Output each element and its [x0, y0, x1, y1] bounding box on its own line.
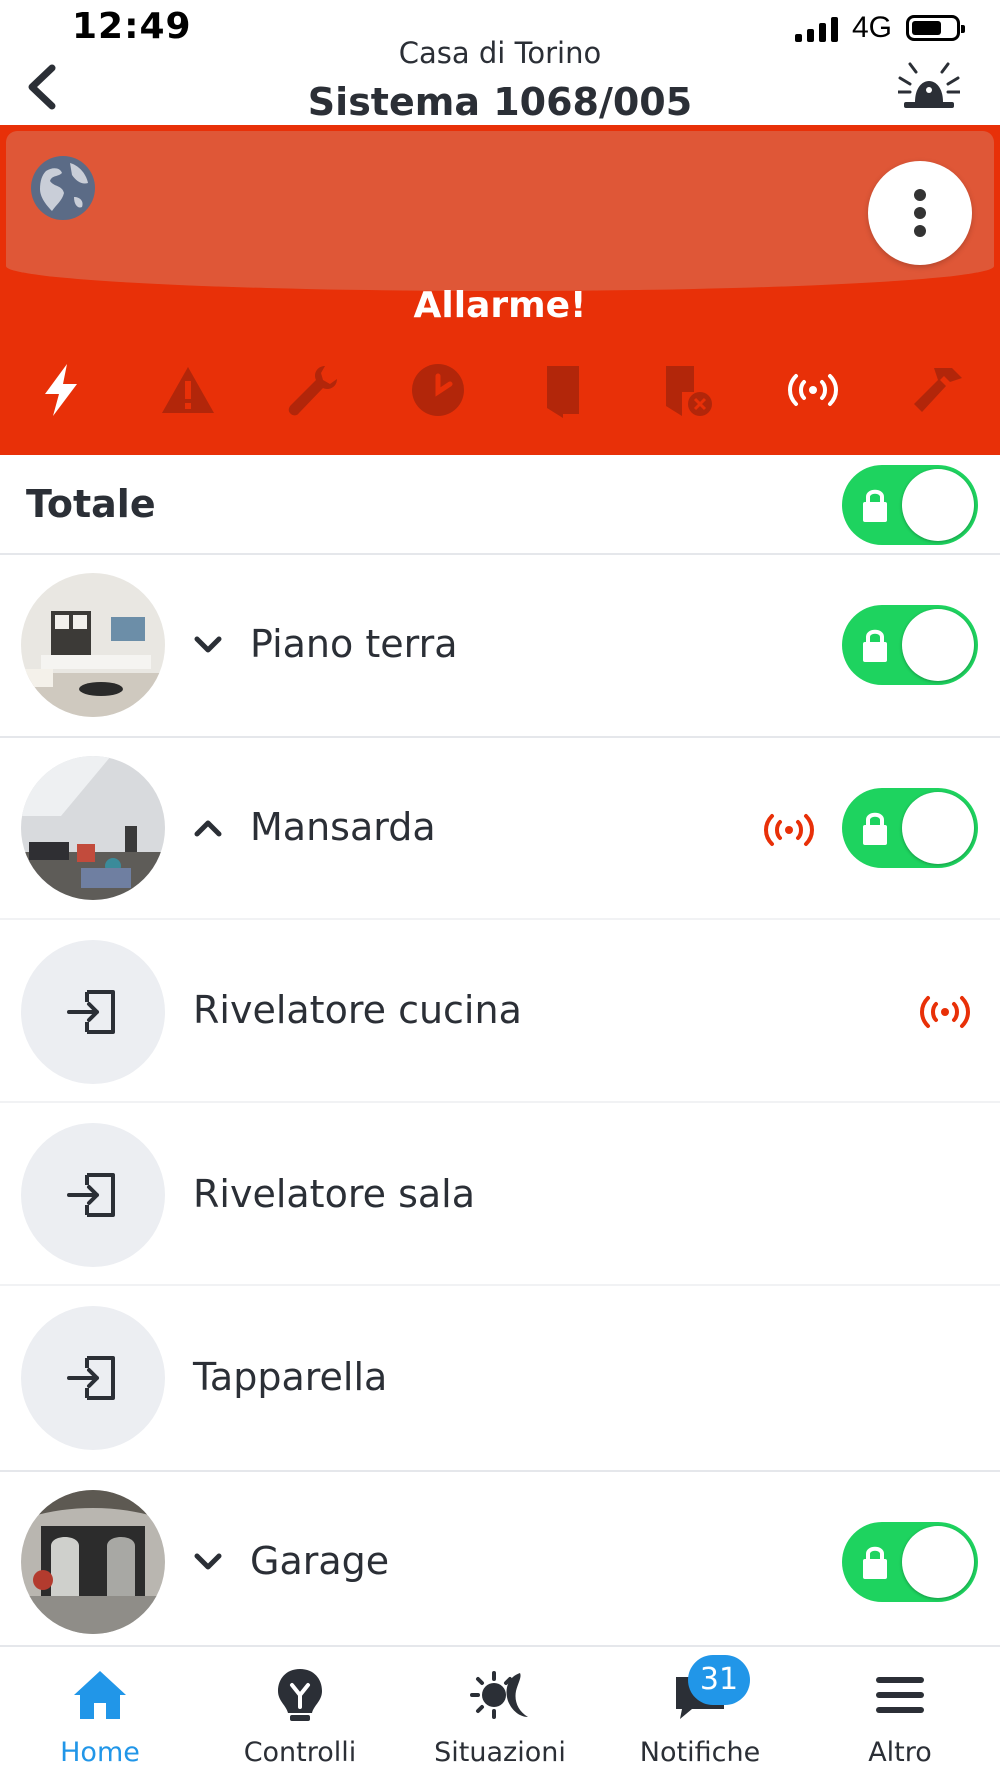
area-arm-toggle[interactable]: [842, 788, 978, 868]
lock-icon: [863, 1546, 887, 1579]
hammer-icon[interactable]: [903, 355, 973, 425]
tab-label: Controlli: [243, 1737, 357, 1768]
home-icon: [74, 1671, 126, 1719]
entry-door-icon: [67, 1356, 115, 1400]
zone-label: Tapparella: [193, 1355, 388, 1399]
tab-controlli[interactable]: Controlli: [200, 1647, 400, 1780]
zone-icon: [21, 1123, 165, 1267]
tab-home[interactable]: Home: [0, 1647, 200, 1780]
lock-icon: [863, 489, 887, 522]
zone-label: Rivelatore cucina: [193, 988, 522, 1032]
area-label: Garage: [250, 1539, 390, 1583]
power-bolt-icon[interactable]: [26, 355, 96, 425]
menu-icon: [876, 1677, 924, 1713]
bottom-tab-bar: Home Controlli Situazioni 31 Notifiche A…: [0, 1645, 1000, 1778]
site-name: Casa di Torino: [398, 36, 602, 70]
total-arm-toggle[interactable]: [842, 465, 978, 545]
siren-icon[interactable]: [898, 56, 960, 112]
notification-badge: 31: [688, 1655, 750, 1705]
zone-label: Rivelatore sala: [193, 1172, 475, 1216]
tab-label: Altro: [868, 1737, 932, 1768]
radio-alarm-icon: [764, 814, 814, 846]
clock-icon[interactable]: [403, 355, 473, 425]
radio-signal-icon[interactable]: [778, 355, 848, 425]
banner-highlight: [6, 131, 994, 291]
globe-icon[interactable]: [28, 153, 98, 223]
tab-label: Home: [60, 1737, 140, 1768]
area-label: Piano terra: [250, 622, 458, 666]
door-icon[interactable]: [528, 355, 598, 425]
area-photo-piano-terra: [21, 573, 165, 717]
alarm-banner: Allarme!: [0, 125, 1000, 455]
door-excluded-icon[interactable]: [653, 355, 723, 425]
wrench-icon[interactable]: [278, 355, 348, 425]
page-title: Sistema 1068/005: [307, 80, 693, 124]
bulb-icon: [278, 1669, 322, 1721]
tab-altro[interactable]: Altro: [800, 1647, 1000, 1780]
area-arm-toggle[interactable]: [842, 605, 978, 685]
warning-icon[interactable]: [153, 355, 223, 425]
status-icon-row: [0, 355, 1000, 445]
chevron-down-icon[interactable]: [193, 630, 223, 660]
lock-icon: [863, 812, 887, 845]
tab-label: Notifiche: [639, 1737, 761, 1768]
entry-door-icon: [67, 990, 115, 1034]
radio-alarm-icon: [920, 996, 970, 1028]
area-photo-garage: [21, 1490, 165, 1634]
lock-icon: [863, 629, 887, 662]
area-arm-toggle[interactable]: [842, 1522, 978, 1602]
total-label: Totale: [26, 482, 156, 526]
chevron-down-icon[interactable]: [193, 1547, 223, 1577]
area-photo-mansarda: [21, 756, 165, 900]
tab-notifiche[interactable]: 31 Notifiche: [600, 1647, 800, 1780]
more-options-button[interactable]: [868, 161, 972, 265]
tab-situazioni[interactable]: Situazioni: [400, 1647, 600, 1780]
alarm-status-text: Allarme!: [413, 285, 587, 326]
zone-icon: [21, 940, 165, 1084]
entry-door-icon: [67, 1173, 115, 1217]
sun-moon-icon: [470, 1671, 528, 1719]
chevron-up-icon[interactable]: [193, 813, 223, 843]
area-label: Mansarda: [250, 805, 436, 849]
zone-icon: [21, 1306, 165, 1450]
tab-label: Situazioni: [434, 1737, 566, 1768]
